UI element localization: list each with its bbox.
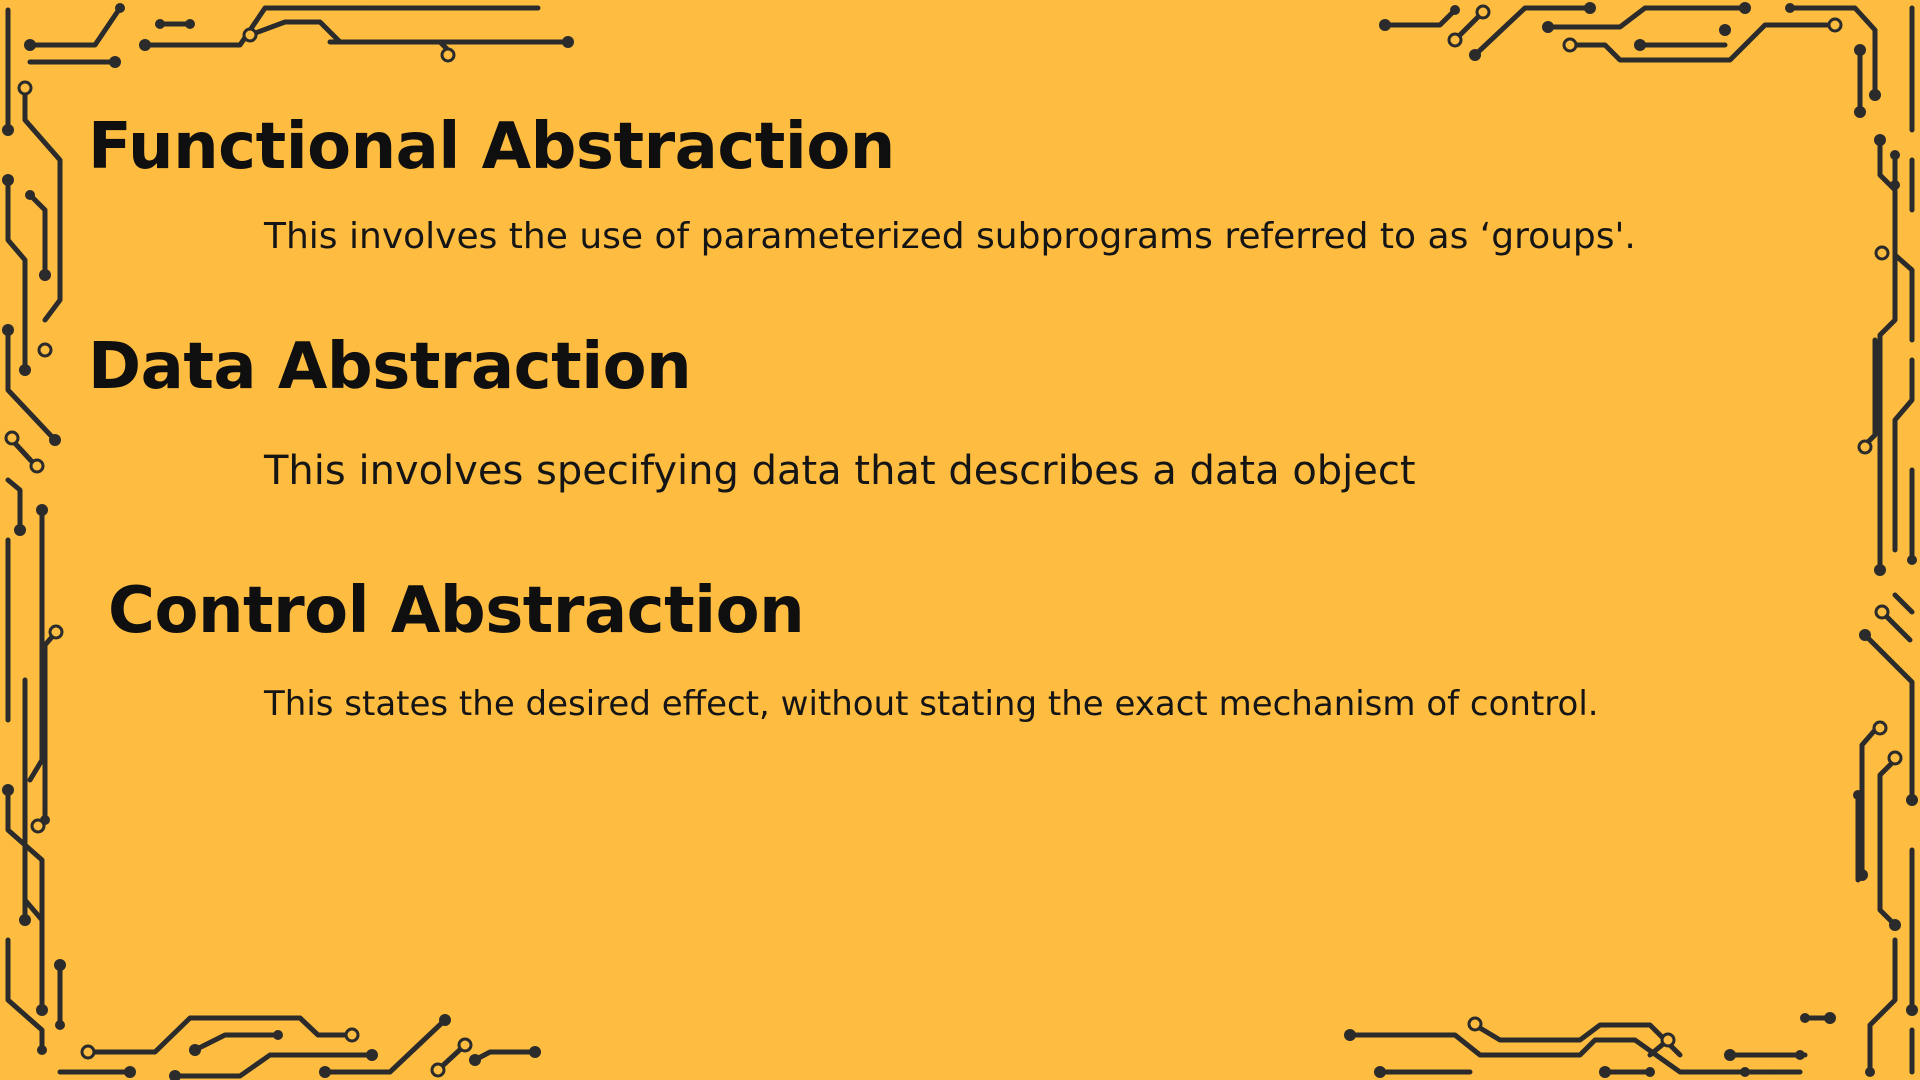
section-description-functional: This involves the use of parameterized s… (264, 216, 1636, 257)
bottom-right-traces (1347, 592, 1915, 1075)
section-heading-control: Control Abstraction (108, 574, 805, 648)
top-right-traces (1382, 5, 1915, 573)
section-heading-functional: Functional Abstraction (88, 110, 895, 184)
section-heading-data: Data Abstraction (88, 330, 692, 404)
section-description-data: This involves specifying data that descr… (264, 448, 1416, 494)
section-description-control: This states the desired effect, without … (264, 684, 1599, 724)
